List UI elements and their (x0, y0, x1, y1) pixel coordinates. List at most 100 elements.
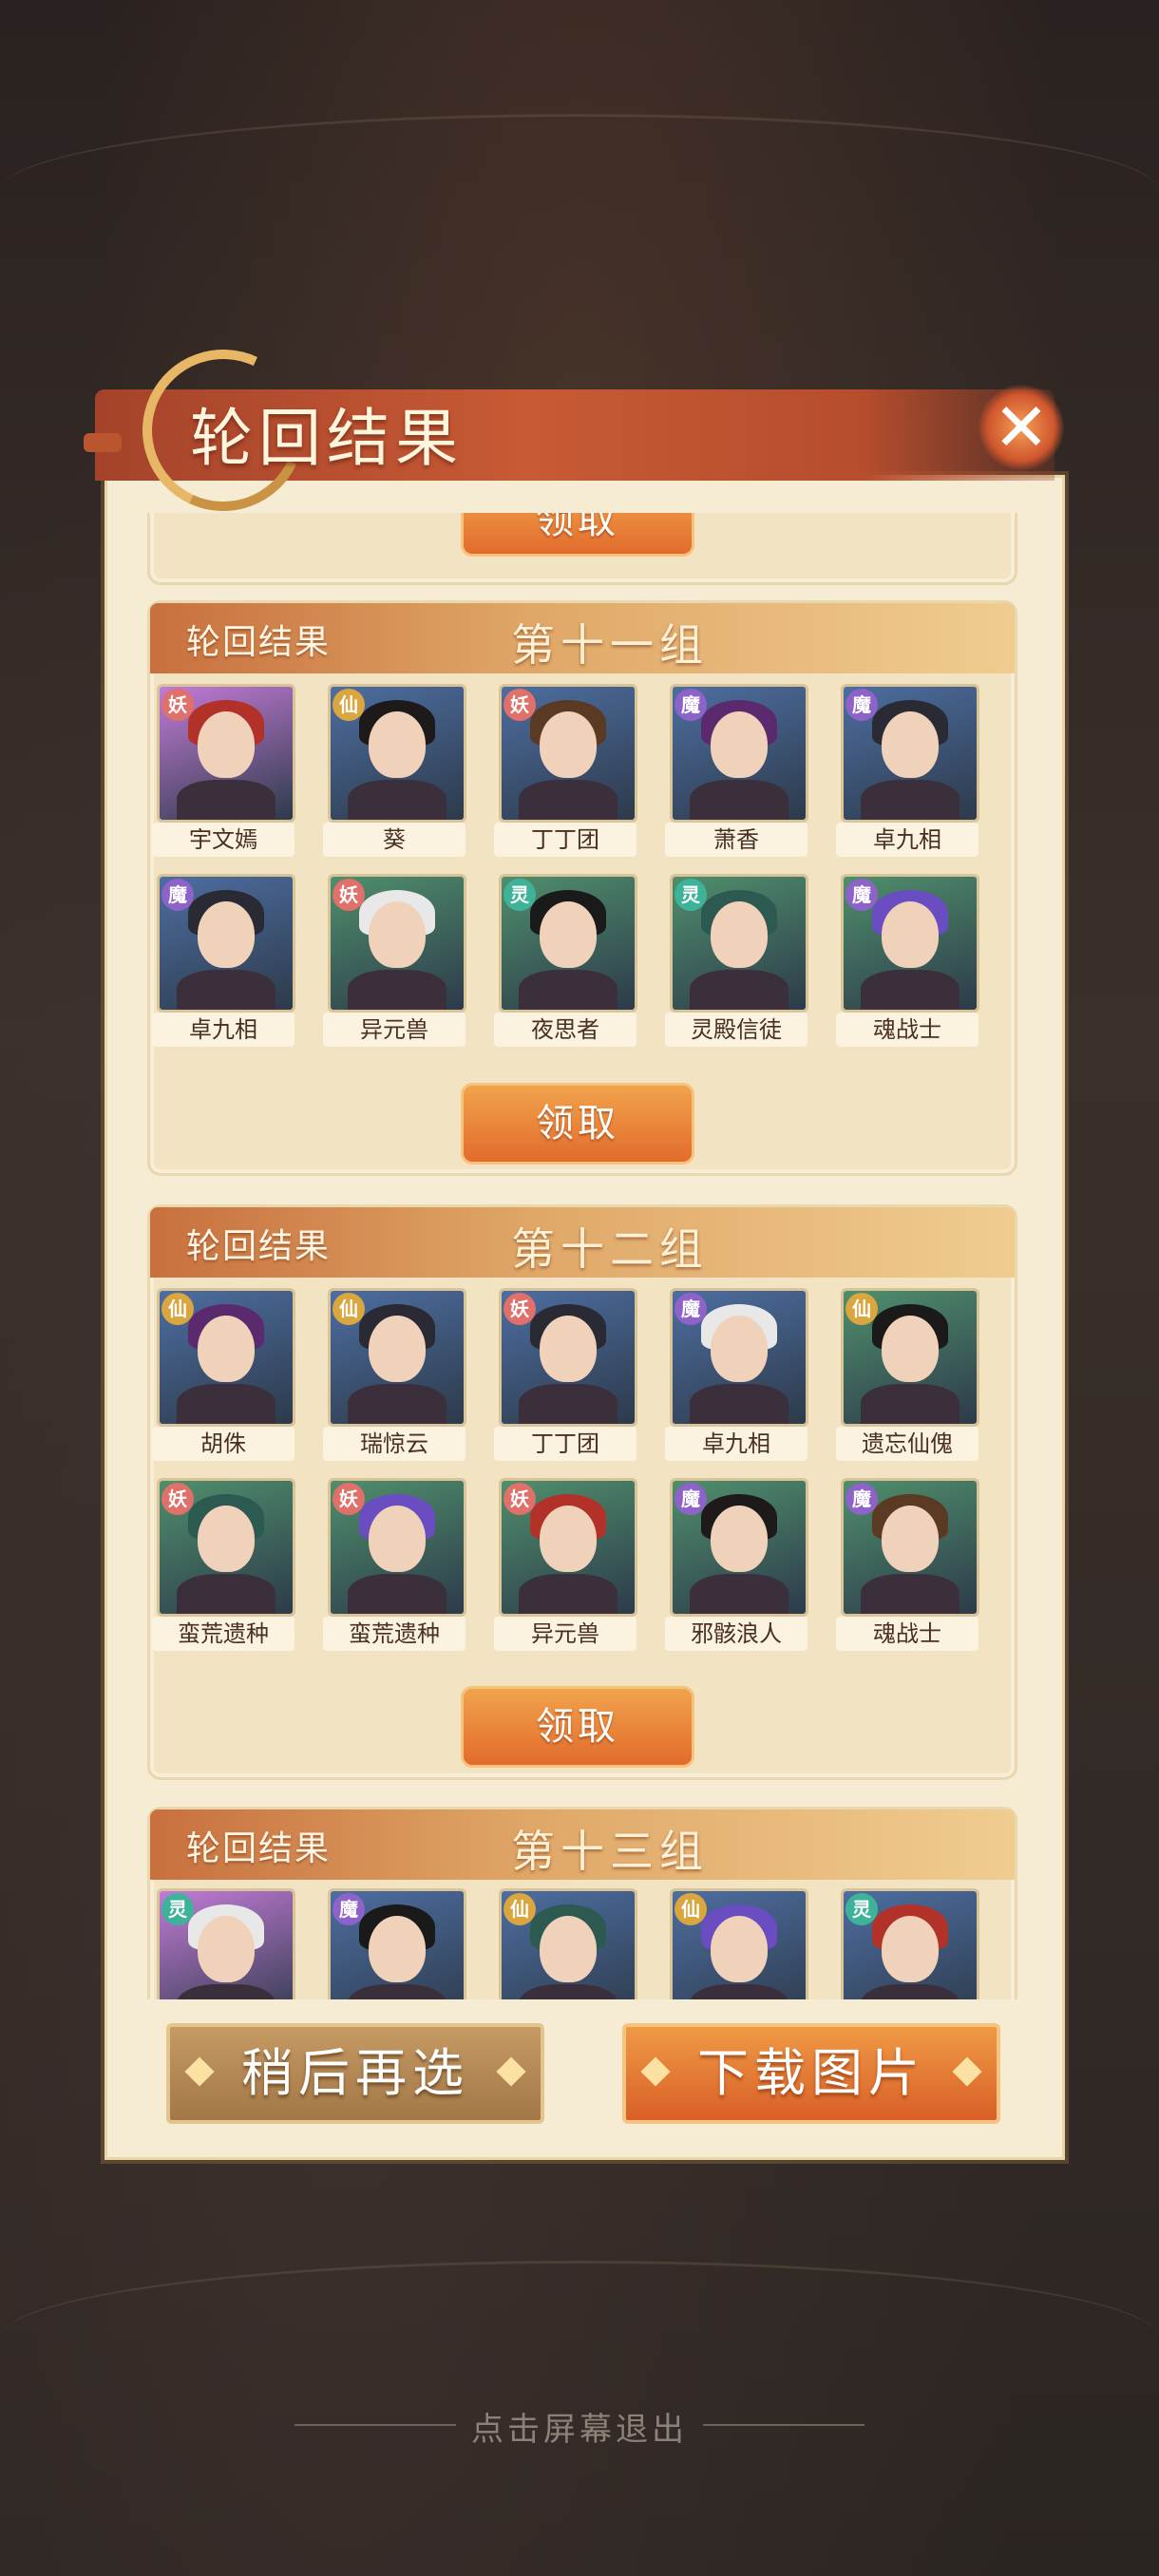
hero-face (198, 901, 255, 968)
hero-portrait: 仙 (157, 1288, 295, 1427)
claim-button-previous[interactable]: 领取 (461, 513, 694, 557)
hero-portrait: 妖 (328, 1478, 466, 1617)
hero-card[interactable]: 魔魂战士 (836, 874, 979, 1054)
hero-name: 遗忘仙傀 (836, 1427, 978, 1461)
faction-badge-icon: 魔 (674, 1293, 707, 1325)
hero-portrait: 仙 (328, 1288, 466, 1427)
hero-card[interactable]: 魔卓九相 (665, 1288, 808, 1468)
hero-face (369, 901, 426, 968)
faction-badge-icon: 妖 (332, 879, 365, 911)
hero-name: 邪骸浪人 (665, 1617, 808, 1651)
hero-face (882, 901, 939, 968)
hero-portrait: 灵 (157, 1888, 295, 1999)
hero-portrait: 魔 (841, 1478, 979, 1617)
hero-body (861, 1384, 960, 1424)
hero-face (369, 1916, 426, 1982)
hero-face (540, 1506, 597, 1572)
hero-card[interactable]: 灵 (836, 1888, 979, 1999)
faction-badge-icon: 妖 (162, 1483, 194, 1515)
faction-badge-icon: 妖 (332, 1483, 365, 1515)
background-wave (0, 2261, 1159, 2415)
hero-face (711, 711, 768, 778)
hero-card[interactable]: 妖异元兽 (323, 874, 466, 1054)
faction-badge-icon: 仙 (846, 1293, 878, 1325)
hero-card[interactable]: 魔卓九相 (152, 874, 295, 1054)
hero-name: 魂战士 (836, 1617, 978, 1651)
hero-card[interactable]: 妖蛮荒遗种 (152, 1478, 295, 1658)
hero-body (861, 1574, 960, 1614)
hero-body (861, 780, 960, 820)
hero-portrait: 妖 (499, 1478, 637, 1617)
faction-badge-icon: 魔 (332, 1893, 365, 1925)
claim-button-11[interactable]: 领取 (461, 1083, 694, 1165)
hero-card[interactable]: 仙 (665, 1888, 808, 1999)
faction-badge-icon: 魔 (674, 1483, 707, 1515)
hero-portrait: 魔 (157, 874, 295, 1013)
hero-card[interactable]: 魔 (323, 1888, 466, 1999)
hero-card[interactable]: 妖丁丁团 (494, 1288, 637, 1468)
faction-badge-icon: 仙 (332, 1293, 365, 1325)
hero-card[interactable]: 妖异元兽 (494, 1478, 637, 1658)
group-name: 第十三组 (511, 1826, 709, 1877)
group-header: 轮回结果 第十一组 (150, 603, 1015, 673)
results-scroll-area[interactable]: 领取 轮回结果 第十一组 妖宇文嫣仙葵妖丁丁团魔萧香魔卓九相魔卓九相妖异元兽灵夜… (133, 513, 1026, 1999)
hero-name: 葵 (323, 823, 466, 857)
hero-card[interactable]: 魔邪骸浪人 (665, 1478, 808, 1658)
hero-card[interactable]: 灵 (152, 1888, 295, 1999)
hero-face (540, 901, 597, 968)
download-image-button[interactable]: 下载图片 (622, 2023, 1000, 2124)
hero-face (882, 1916, 939, 1982)
hero-card[interactable]: 魔魂战士 (836, 1478, 979, 1658)
diamond-icon (184, 2056, 215, 2087)
hero-portrait: 妖 (328, 874, 466, 1013)
hero-name: 异元兽 (323, 1013, 466, 1047)
hero-body (348, 970, 446, 1010)
faction-badge-icon: 灵 (504, 879, 536, 911)
hero-card[interactable]: 仙 (494, 1888, 637, 1999)
hero-portrait: 仙 (841, 1288, 979, 1427)
diamond-icon (496, 2056, 526, 2087)
faction-badge-icon: 魔 (846, 879, 878, 911)
hero-card[interactable]: 灵灵殿信徒 (665, 874, 808, 1054)
hero-card[interactable]: 妖蛮荒遗种 (323, 1478, 466, 1658)
choose-later-label: 稍后再选 (241, 2043, 469, 2103)
hero-portrait: 魔 (328, 1888, 466, 1999)
dialog-title: 轮回结果 (190, 402, 464, 475)
hero-body (690, 780, 788, 820)
hero-body (348, 780, 446, 820)
download-image-label: 下载图片 (697, 2043, 925, 2103)
group-label: 轮回结果 (186, 1227, 332, 1266)
group-name: 第十一组 (511, 619, 709, 671)
faction-badge-icon: 妖 (504, 1293, 536, 1325)
hero-name: 灵殿信徒 (665, 1013, 808, 1047)
hero-card[interactable]: 仙胡侏 (152, 1288, 295, 1468)
hero-name: 萧香 (665, 823, 808, 857)
hero-face (711, 901, 768, 968)
claim-button-12[interactable]: 领取 (461, 1686, 694, 1768)
hero-portrait: 仙 (328, 684, 466, 823)
hero-face (711, 1316, 768, 1382)
hero-card[interactable]: 魔卓九相 (836, 684, 979, 864)
hero-body (519, 780, 618, 820)
hero-card[interactable]: 魔萧香 (665, 684, 808, 864)
hero-portrait: 妖 (157, 684, 295, 823)
exit-hint[interactable]: 点击屏幕退出 (0, 2403, 1159, 2450)
hero-card[interactable]: 妖宇文嫣 (152, 684, 295, 864)
hero-name: 丁丁团 (494, 1427, 636, 1461)
hero-body (348, 1384, 446, 1424)
hero-card[interactable]: 仙瑞惊云 (323, 1288, 466, 1468)
hero-card[interactable]: 仙遗忘仙傀 (836, 1288, 979, 1468)
close-icon[interactable]: ✕ (978, 385, 1064, 470)
hero-face (369, 1506, 426, 1572)
background-wave (0, 114, 1159, 269)
hero-face (882, 711, 939, 778)
hero-card[interactable]: 仙葵 (323, 684, 466, 864)
faction-badge-icon: 魔 (846, 1483, 878, 1515)
hero-body (519, 970, 618, 1010)
choose-later-button[interactable]: 稍后再选 (166, 2023, 544, 2124)
hero-card[interactable]: 妖丁丁团 (494, 684, 637, 864)
hero-card[interactable]: 灵夜思者 (494, 874, 637, 1054)
hero-face (882, 1506, 939, 1572)
faction-badge-icon: 仙 (674, 1893, 707, 1925)
hero-face (540, 1916, 597, 1982)
